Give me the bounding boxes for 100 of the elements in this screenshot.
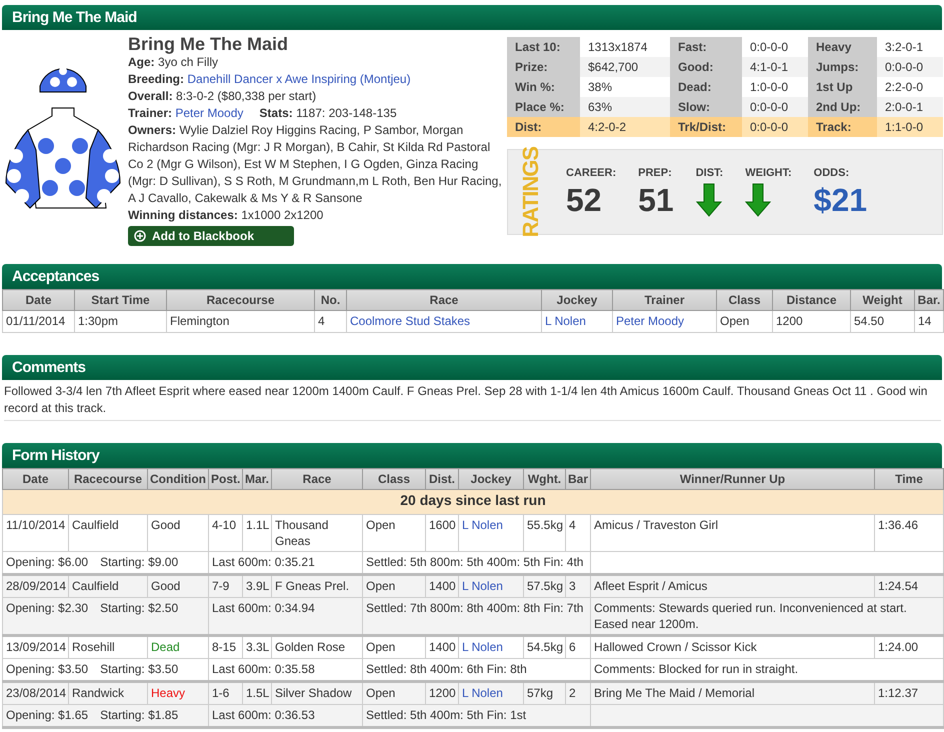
detail-link[interactable]: Peter Moody <box>175 106 244 120</box>
column-header: Mar. <box>242 468 272 490</box>
column-header: Racecourse <box>166 290 314 310</box>
column-header: Bar <box>566 468 590 490</box>
table-cell: 54.5kg <box>524 636 566 658</box>
stat-label: Win %: <box>507 77 580 97</box>
section-header: Bring Me The Maid <box>2 5 942 30</box>
horse-name: Bring Me The Maid <box>128 35 290 54</box>
stat-value: 63% <box>580 97 670 117</box>
detail-link[interactable]: Danehill Dancer x Awe Inspiring (Montjeu) <box>187 72 411 86</box>
detail-text: Breeding: Danehill Dancer x Awe Inspiring (Montjeu) <box>128 72 411 86</box>
table-cell: 1:24.54 <box>874 574 944 598</box>
column-header: Weight <box>850 290 914 310</box>
rating-label: ODDS: <box>814 167 850 179</box>
column-header: Start Time <box>74 290 166 310</box>
column-header: Date <box>2 290 74 310</box>
table-cell: Rosehill <box>68 636 148 658</box>
table-cell: 11/10/2014 <box>2 514 68 552</box>
table-cell: 13/09/2014 <box>2 636 68 658</box>
table-cell: Open <box>362 574 426 598</box>
table-cell: Last 600m: 0:34.94 <box>208 598 362 636</box>
opening-price: Opening: $3.50 <box>6 662 88 676</box>
stat-label: 2nd Up: <box>808 97 877 117</box>
table-cell: Good <box>148 574 208 598</box>
table-cell: Randwick <box>68 682 148 704</box>
rating-label: DIST: <box>696 167 724 179</box>
table-cell: 1200 <box>772 310 850 332</box>
table-cell: Caulfield <box>68 514 148 552</box>
table-cell: Open <box>362 514 426 552</box>
rating-value: 51 <box>638 183 674 217</box>
table-cell: Flemington <box>166 310 314 332</box>
table-cell: F Gneas Prel. <box>272 574 362 598</box>
column-header: No. <box>314 290 346 310</box>
odds-value: $21 <box>814 183 868 217</box>
section-header: Comments <box>2 355 942 380</box>
column-header: Distance <box>772 290 850 310</box>
column-header: Race <box>272 468 362 490</box>
table-cell: Silver Shadow <box>272 682 362 704</box>
table-cell: 6 <box>566 636 590 658</box>
column-header: Class <box>362 468 426 490</box>
column-header: Race <box>346 290 542 310</box>
stat-label: Track: <box>808 117 877 137</box>
table-cell: Settled: 5th 400m: 5th Fin: 1st <box>362 704 590 728</box>
stat-label: Dead: <box>670 77 742 97</box>
column-header: Condition <box>148 468 208 490</box>
ratings-title: RATINGS <box>518 146 544 238</box>
detail-text: Overall: 8:3-0-2 ($80,338 per start) <box>128 89 316 103</box>
rating-label: PREP: <box>638 167 673 179</box>
table-cell: 23/08/2014 <box>2 682 68 704</box>
opening-price: Opening: $1.65 <box>6 708 88 722</box>
stat-value: 1313x1874 <box>580 37 670 57</box>
table-cell: 1400 <box>426 636 458 658</box>
stat-value: 38% <box>580 77 670 97</box>
stat-value: 0:0-0-0 <box>742 117 808 137</box>
table-cell: 1600 <box>426 514 458 552</box>
detail-text: Owners: Wylie Dalziel Roy Higgins Racing, P Sambor, Morgan Richardson Racing (Mgr: J R Morgan), B Cahir, St Kilda Rd Pastoral Co 2 (Mgr G Wilson), Est W M Stephen, I G Ogden, Ginza Racing (Mgr: D Sullivan), S S Roth, M Grundmann,m L Roth, Ben Hur Racing, A J Cavallo, Cakewalk & Ms Y & R Sansone <box>128 123 502 205</box>
table-cell: 4 <box>566 514 590 552</box>
detail-text: Winning distances: 1x1000 2x1200 <box>128 208 324 222</box>
table-cell: 14 <box>914 310 944 332</box>
stat-label: Last 10: <box>507 37 580 57</box>
column-header: Time <box>874 468 944 490</box>
column-header: Post. <box>208 468 242 490</box>
table-cell: Open <box>362 682 426 704</box>
table-cell: 1.1L <box>242 514 272 552</box>
add-to-blackbook-button[interactable]: Add to Blackbook <box>128 226 294 246</box>
detail-text: Trainer: Peter Moody <box>128 106 244 120</box>
days-since-banner: 20 days since last run <box>2 490 944 514</box>
table-cell: 1:36.46 <box>874 514 944 552</box>
comments-text: Followed 3-3/4 len 7th Afleet Esprit where eased near 1200m 1400m Caulf. F Gneas Prel. Sep 28 with 1-1/4 len 4th Amicus 1600m Caulf. Thousand Gneas Oct 11 . Good win record at this track. <box>4 383 941 421</box>
opening-price: Opening: $2.30 <box>6 601 88 615</box>
table-cell: Afleet Esprit / Amicus <box>590 574 874 598</box>
column-header: Date <box>2 468 68 490</box>
column-header: Wght. <box>524 468 566 490</box>
stat-label: Dist: <box>507 117 580 137</box>
table-cell: Open <box>362 636 426 658</box>
column-header: Jockey <box>542 290 612 310</box>
table-cell: 54.50 <box>850 310 914 332</box>
plus-circle-icon <box>134 230 146 242</box>
table-cell: Golden Rose <box>272 636 362 658</box>
stat-label: Prize: <box>507 57 580 77</box>
opening-price: Opening: $6.00 <box>6 555 88 569</box>
table-cell: Heavy <box>148 682 208 704</box>
table-cell: Last 600m: 0:36.53 <box>208 704 362 728</box>
table-cell: Comments: Stewards queried run. Inconvenienced at start. Eased near 1200m. <box>590 598 944 636</box>
stat-value: $642,700 <box>580 57 670 77</box>
table-cell: Hallowed Crown / Scissor Kick <box>590 636 874 658</box>
stat-value: 3:2-0-1 <box>877 37 943 57</box>
section-header: Acceptances <box>2 264 942 289</box>
rating-label: WEIGHT: <box>745 167 792 179</box>
column-header: Racecourse <box>68 468 148 490</box>
table-cell: 28/09/2014 <box>2 574 68 598</box>
table-cell: Settled: 7th 800m: 8th 400m: 8th Fin: 7th <box>362 598 590 636</box>
table-cell: Amicus / Traveston Girl <box>590 514 874 552</box>
stat-value: 4:2-0-2 <box>580 117 670 137</box>
column-header: Bar. <box>914 290 944 310</box>
table-cell: Caulfield <box>68 574 148 598</box>
starting-price: Starting: $1.85 <box>100 708 178 722</box>
rating-label: CAREER: <box>566 167 616 179</box>
stat-label: 1st Up <box>808 77 877 97</box>
table-cell: Bring Me The Maid / Memorial <box>590 682 874 704</box>
